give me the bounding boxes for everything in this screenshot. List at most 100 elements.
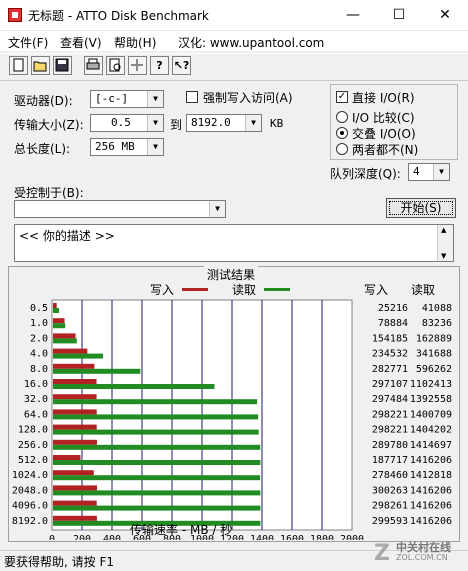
read-bar xyxy=(53,414,259,420)
minimize-button[interactable]: — xyxy=(330,0,376,30)
menu-view[interactable]: 查看(V) xyxy=(60,34,102,51)
read-legend-swatch xyxy=(264,288,290,291)
read-bar xyxy=(53,368,141,374)
write-bar xyxy=(53,409,97,415)
description-textarea[interactable]: << 你的描述 >> ▲ ▼ xyxy=(14,224,454,262)
controlled-by-select[interactable]: ▼ xyxy=(14,200,226,218)
read-bar xyxy=(53,399,258,405)
read-bar xyxy=(53,353,104,359)
read-value: 1102413 xyxy=(410,379,452,390)
write-value: 25216 xyxy=(378,303,408,314)
x-tick-label: 0 xyxy=(49,534,55,540)
print-preview-icon[interactable] xyxy=(106,56,125,75)
queue-depth-select[interactable]: 4 ▼ xyxy=(408,163,450,181)
read-value: 1416206 xyxy=(410,485,452,496)
zol-watermark-logo: Z 中关村在线 ZOL.COM.CN xyxy=(371,536,468,566)
chevron-down-icon: ▼ xyxy=(433,164,449,180)
description-scrollbar[interactable]: ▲ ▼ xyxy=(437,225,453,261)
neither-radio[interactable] xyxy=(336,143,348,155)
y-tick-label: 0.5 xyxy=(30,303,48,314)
write-value: 278460 xyxy=(372,470,408,481)
x-tick-label: 1800 xyxy=(310,534,334,540)
total-length-select[interactable]: 256 MB ▼ xyxy=(90,138,164,156)
x-axis-label: 传输速率 - MB / 秒 xyxy=(130,523,233,537)
write-value: 299593 xyxy=(372,516,408,527)
write-bar xyxy=(53,379,97,384)
write-value: 297107 xyxy=(372,379,408,390)
maximize-button[interactable]: ☐ xyxy=(376,0,422,30)
y-tick-label: 2.0 xyxy=(30,333,48,344)
y-tick-label: 2048.0 xyxy=(12,485,48,496)
menu-help[interactable]: 帮助(H) xyxy=(114,34,156,51)
y-tick-label: 8192.0 xyxy=(12,516,48,527)
write-value: 282771 xyxy=(372,364,408,375)
read-value: 162889 xyxy=(416,333,452,344)
scroll-up-icon[interactable]: ▲ xyxy=(441,226,446,234)
svg-text:Z: Z xyxy=(374,541,390,566)
read-bar xyxy=(53,460,261,465)
read-bar xyxy=(53,338,77,344)
read-value: 41088 xyxy=(422,303,452,314)
io-compare-label: I/O 比较(C) xyxy=(352,111,415,125)
read-bar xyxy=(53,308,60,313)
window-title: 无标题 - ATTO Disk Benchmark xyxy=(28,9,209,23)
read-bar xyxy=(53,475,261,481)
write-value: 298221 xyxy=(372,409,408,420)
drive-value: [-c-] xyxy=(95,92,129,105)
read-value: 83236 xyxy=(422,318,452,329)
new-icon[interactable] xyxy=(9,56,28,75)
help-icon[interactable]: ? xyxy=(150,56,169,75)
write-bar xyxy=(53,394,97,400)
y-tick-label: 32.0 xyxy=(24,394,48,405)
read-bar xyxy=(53,384,215,389)
menu-file[interactable]: 文件(F) xyxy=(8,34,48,51)
close-button[interactable]: ✕ xyxy=(422,0,468,30)
x-tick-label: 1600 xyxy=(280,534,304,540)
write-bar xyxy=(53,424,97,430)
force-write-checkbox[interactable] xyxy=(186,91,198,103)
start-button[interactable]: 开始(S) xyxy=(386,198,456,218)
write-value: 234532 xyxy=(372,349,408,360)
scroll-down-icon[interactable]: ▼ xyxy=(441,252,446,260)
io-compare-radio[interactable] xyxy=(336,111,348,123)
y-tick-label: 128.0 xyxy=(18,425,48,436)
write-bar xyxy=(53,485,97,491)
transfer-to-label: 到 xyxy=(170,118,183,132)
y-tick-label: 256.0 xyxy=(18,440,48,451)
write-value: 187717 xyxy=(372,455,408,466)
move-icon[interactable] xyxy=(128,56,147,75)
write-legend-swatch xyxy=(182,288,208,291)
drive-label: 驱动器(D): xyxy=(14,94,73,108)
direct-io-checkbox[interactable]: ✓ xyxy=(336,91,348,103)
write-bar xyxy=(53,439,97,445)
print-icon[interactable] xyxy=(84,56,103,75)
read-value: 1404202 xyxy=(410,425,452,436)
write-value: 154185 xyxy=(372,333,408,344)
read-value: 1416206 xyxy=(410,455,452,466)
overlapped-io-radio[interactable] xyxy=(336,127,348,139)
total-length-value: 256 MB xyxy=(95,140,135,153)
y-tick-label: 1.0 xyxy=(30,318,48,329)
read-bar xyxy=(53,505,261,511)
context-help-icon[interactable]: ↖? xyxy=(172,56,191,75)
write-bar xyxy=(53,515,97,521)
drive-select[interactable]: [-c-] ▼ xyxy=(90,90,164,108)
menu-localized-by[interactable]: 汉化: www.upantool.com xyxy=(178,34,324,51)
y-tick-label: 4.0 xyxy=(30,349,48,360)
open-icon[interactable] xyxy=(31,56,50,75)
neither-label: 两者都不(N) xyxy=(352,143,419,157)
write-bar xyxy=(53,318,65,324)
y-tick-label: 1024.0 xyxy=(12,470,48,481)
queue-depth-label: 队列深度(Q): xyxy=(330,167,401,181)
transfer-from-select[interactable]: 0.5 ▼ xyxy=(90,114,164,132)
transfer-size-label: 传输大小(Z): xyxy=(14,118,84,132)
read-bar xyxy=(53,429,259,435)
write-bar xyxy=(53,303,57,308)
y-tick-label: 64.0 xyxy=(24,409,48,420)
transfer-to-select[interactable]: 8192.0 ▼ xyxy=(186,114,262,132)
write-value: 78884 xyxy=(378,318,408,329)
save-icon[interactable] xyxy=(53,56,72,75)
write-bar xyxy=(53,470,94,476)
write-bar xyxy=(53,348,88,354)
description-text: << 你的描述 >> xyxy=(19,229,115,243)
